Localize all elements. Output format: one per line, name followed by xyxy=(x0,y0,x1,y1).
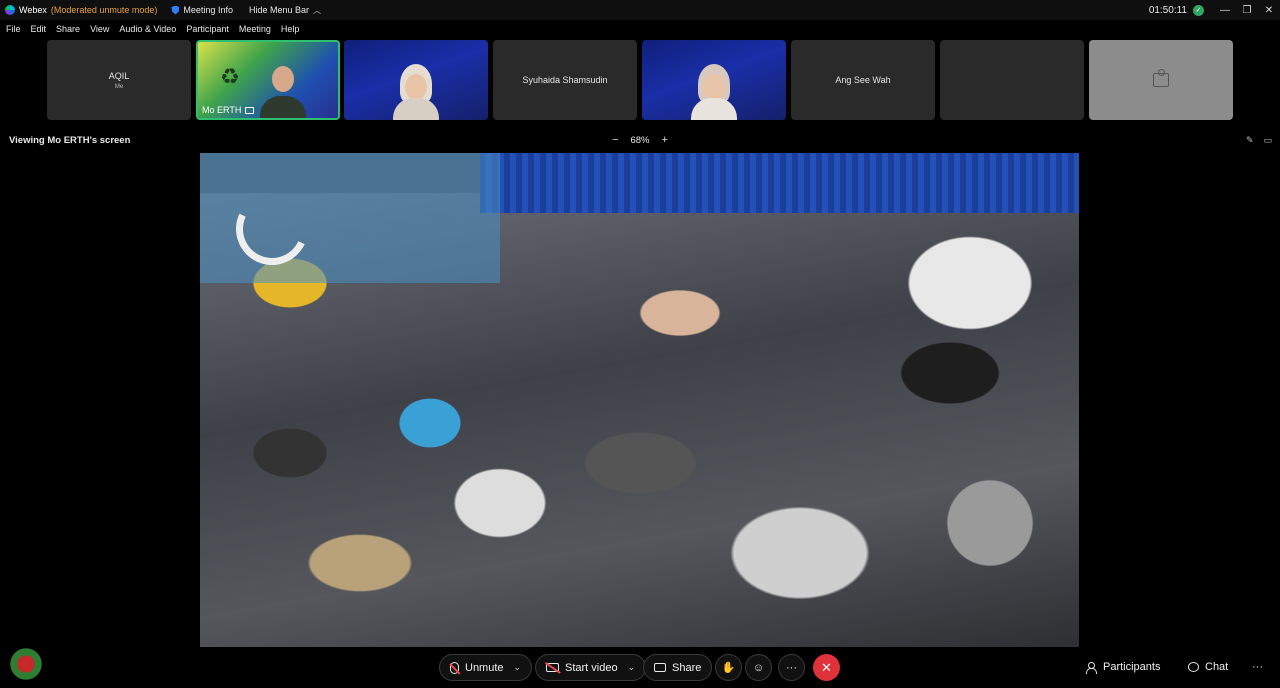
sharing-icon xyxy=(245,106,255,114)
unmute-button[interactable]: Unmute ⌄ xyxy=(439,654,533,681)
minimize-button[interactable]: — xyxy=(1214,5,1236,16)
chevron-up-icon: ︿ xyxy=(312,5,321,15)
participant-name: Syuhaida Shamsudin xyxy=(522,75,608,85)
participants-icon xyxy=(1086,661,1097,674)
start-video-label: Start video xyxy=(565,661,618,674)
participants-button[interactable]: Participants xyxy=(1086,661,1161,674)
connection-status-icon[interactable]: ✓ xyxy=(1193,4,1204,16)
zoom-control: − 68% + xyxy=(612,134,668,146)
meeting-info-button[interactable]: Meeting Info xyxy=(171,5,233,15)
chat-icon xyxy=(1188,662,1199,672)
raise-hand-button[interactable]: ✋ xyxy=(715,654,742,681)
recycle-icon: ♻ xyxy=(220,64,240,89)
smiley-icon: ☺ xyxy=(752,661,765,674)
participant-name: Ang See Wah xyxy=(835,75,891,85)
menu-help[interactable]: Help xyxy=(281,24,300,34)
meeting-clock: 01:50:11 xyxy=(1148,4,1187,16)
hide-menu-bar-button[interactable]: Hide Menu Bar ︿ xyxy=(249,5,321,16)
leave-meeting-button[interactable]: ✕ xyxy=(813,654,840,681)
webex-logo-icon xyxy=(5,5,15,15)
camera-off-icon xyxy=(546,663,559,672)
reactions-button[interactable]: ☺ xyxy=(745,654,772,681)
guest-icon xyxy=(1153,69,1169,87)
close-icon: ✕ xyxy=(821,659,832,675)
share-label: Share xyxy=(672,661,702,674)
app-name: Webex xyxy=(19,5,47,15)
annotate-icon[interactable]: ✎ xyxy=(1246,135,1254,146)
chevron-down-icon[interactable]: ⌄ xyxy=(628,662,636,673)
participant-video-person xyxy=(691,60,737,120)
shared-image-wall xyxy=(480,153,1079,213)
title-bar: Webex (Moderated unmute mode) Meeting In… xyxy=(0,0,1280,20)
participant-sub: Me xyxy=(114,83,124,90)
menu-participant[interactable]: Participant xyxy=(186,24,229,34)
restore-button[interactable]: ❐ xyxy=(1236,5,1258,16)
menu-bar: File Edit Share View Audio & Video Parti… xyxy=(0,20,1280,38)
meeting-info-label: Meeting Info xyxy=(183,5,233,15)
shared-screen xyxy=(200,153,1079,647)
menu-view[interactable]: View xyxy=(90,24,109,34)
name-tag: Mo ERTH xyxy=(202,105,255,115)
more-panels-button[interactable]: ··· xyxy=(1252,661,1263,673)
zoom-out-button[interactable]: − xyxy=(612,134,618,146)
viewing-bar: Viewing Mo ERTH's screen − 68% + ✎ ▭ xyxy=(0,130,1280,150)
menu-share[interactable]: Share xyxy=(56,24,80,34)
hide-menu-label: Hide Menu Bar xyxy=(248,5,309,15)
unmute-mode-label: (Moderated unmute mode) xyxy=(50,5,158,15)
participant-tile[interactable] xyxy=(642,40,786,120)
menu-file[interactable]: File xyxy=(6,24,21,34)
start-video-button[interactable]: Start video ⌄ xyxy=(535,654,647,681)
participant-tile[interactable] xyxy=(344,40,488,120)
participant-name: Mo ERTH xyxy=(202,105,242,115)
hand-icon: ✋ xyxy=(721,662,736,674)
chat-label: Chat xyxy=(1205,661,1229,673)
close-window-button[interactable]: ✕ xyxy=(1258,5,1280,16)
screen-options-icon[interactable]: ▭ xyxy=(1263,135,1272,146)
participant-tile-guest[interactable] xyxy=(1089,40,1233,120)
share-button[interactable]: Share xyxy=(643,654,713,681)
share-screen-icon xyxy=(654,663,666,672)
participant-tile[interactable]: AQIL Me xyxy=(47,40,191,120)
chat-button[interactable]: Chat xyxy=(1188,661,1228,673)
microphone-muted-icon xyxy=(450,661,459,674)
control-bar: Unmute ⌄ Start video ⌄ Share ✋ ☺ ··· ✕ P… xyxy=(0,648,1280,688)
more-icon: ··· xyxy=(1252,661,1263,673)
participants-label: Participants xyxy=(1103,661,1161,673)
zoom-level: 68% xyxy=(630,134,650,146)
participant-name: AQIL xyxy=(108,70,130,81)
participant-tile-empty[interactable] xyxy=(940,40,1084,120)
menu-meeting[interactable]: Meeting xyxy=(239,24,271,34)
menu-edit[interactable]: Edit xyxy=(31,24,47,34)
participant-video-person xyxy=(260,58,306,118)
chevron-down-icon[interactable]: ⌄ xyxy=(514,662,522,673)
viewing-label: Viewing Mo ERTH's screen xyxy=(9,134,131,146)
participant-tile[interactable]: Syuhaida Shamsudin xyxy=(493,40,637,120)
zoom-in-button[interactable]: + xyxy=(661,134,667,146)
unmute-label: Unmute xyxy=(465,661,504,674)
participant-tile[interactable]: Ang See Wah xyxy=(791,40,935,120)
more-icon: ··· xyxy=(786,661,797,674)
menu-audio-video[interactable]: Audio & Video xyxy=(119,24,176,34)
participant-video-person xyxy=(393,60,439,120)
participant-tile-active-speaker[interactable]: ♻ Mo ERTH xyxy=(196,40,340,120)
more-options-button[interactable]: ··· xyxy=(778,654,805,681)
shield-icon xyxy=(171,5,180,15)
